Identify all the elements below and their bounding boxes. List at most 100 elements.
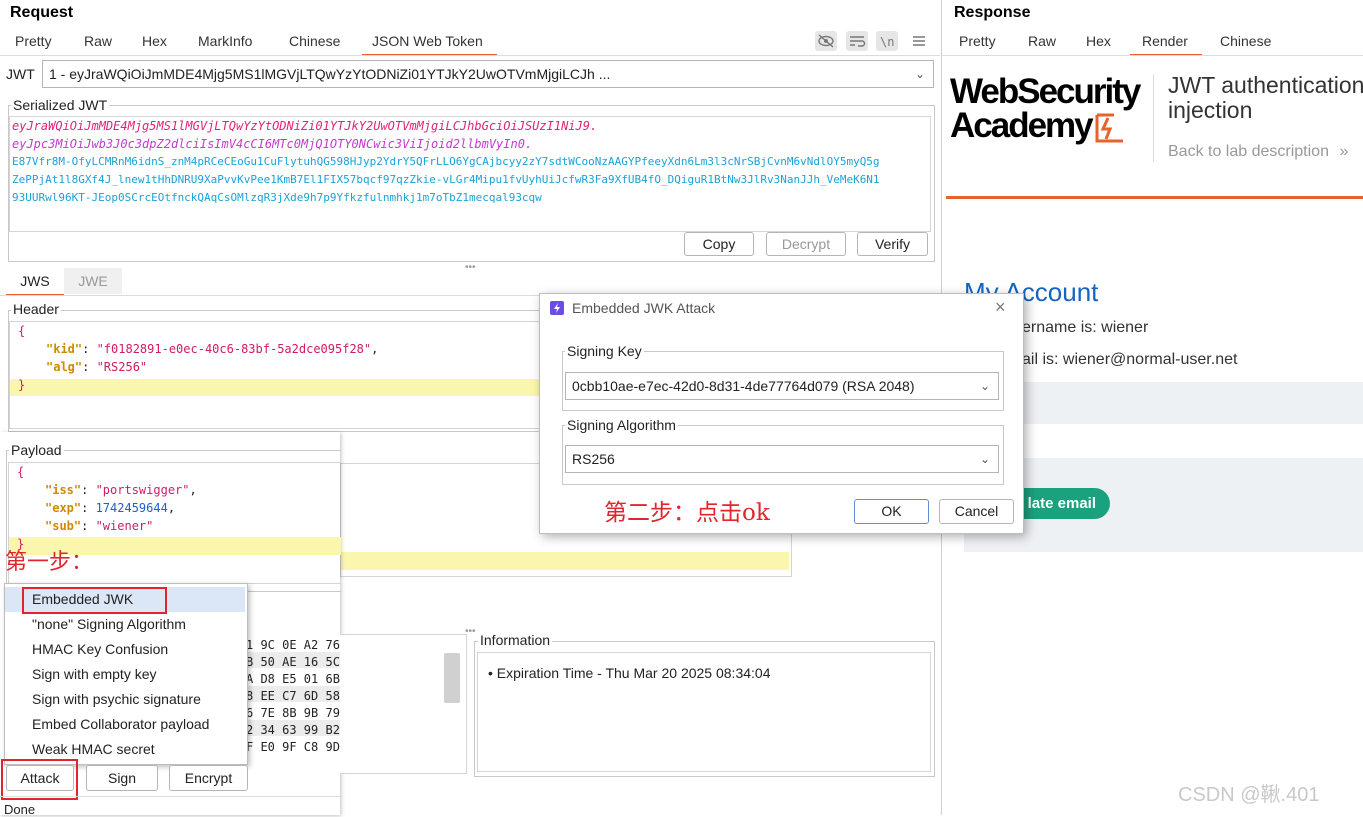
signing-key-select[interactable]: 0cbb10ae-e7ec-42d0-8d31-4de77764d079 (RS… (565, 372, 999, 400)
logo-academy: Academy (950, 106, 1094, 145)
splitter-handle-2[interactable]: ••• (465, 626, 476, 637)
encrypt-button[interactable]: Encrypt (169, 765, 248, 791)
sign-button[interactable]: Sign (86, 765, 158, 791)
jwt-label: JWT (6, 66, 35, 82)
menu-item-embed-collaborator[interactable]: Embed Collaborator payload (32, 716, 209, 732)
tab-raw[interactable]: Raw (1028, 33, 1056, 49)
header-open-brace: { (18, 324, 26, 338)
hex-row: B 50 AE 16 5C (246, 655, 340, 669)
header-kid-key: "kid" (46, 342, 83, 356)
tab-chinese[interactable]: Chinese (1220, 33, 1271, 49)
jwt-header-segment: eyJraWQiOiJmMDE4Mjg5MS1lMGVjLTQwYzYtODNi… (12, 119, 598, 133)
tab-chinese[interactable]: Chinese (289, 33, 340, 49)
annotation-step-2: 第二步：点击ok (604, 500, 770, 526)
copy-button[interactable]: Copy (684, 232, 754, 256)
ok-button[interactable]: OK (854, 499, 929, 524)
hex-row: F E0 9F C8 9D (246, 740, 340, 754)
hex-row: 2 34 63 99 B2 (246, 723, 340, 737)
embedded-jwk-dialog: Embedded JWK Attack × Signing Key 0cbb10… (539, 293, 1024, 534)
menu-item-psychic-signature[interactable]: Sign with psychic signature (32, 691, 201, 707)
orange-rule (946, 196, 1363, 199)
hex-row: 6 7E 8B 9B 79 (246, 706, 340, 720)
signing-algorithm-value: RS256 (572, 451, 615, 467)
splitter-handle[interactable]: ••• (465, 262, 476, 273)
payload-open-brace: { (17, 465, 25, 479)
back-to-lab-link[interactable]: Back to lab description » (1168, 143, 1348, 161)
signing-key-label: Signing Key (565, 343, 644, 359)
menu-item-weak-hmac-secret[interactable]: Weak HMAC secret (32, 741, 155, 757)
highlight-attack-button (1, 759, 78, 800)
request-title: Request (10, 4, 74, 21)
jwt-payload-segment: eyJpc3MiOiJwb3J0c3dpZ2dlciIsImV4cCI6MTc0… (12, 137, 533, 151)
payload-exp-value: 1742459644 (95, 501, 168, 515)
payload-iss-value: "portswigger" (95, 483, 190, 497)
tab-json-web-token[interactable]: JSON Web Token (362, 33, 497, 56)
hex-area (340, 634, 467, 774)
serialized-jwt-title: Serialized JWT (11, 97, 110, 113)
signing-algorithm-select[interactable]: RS256 ⌄ (565, 445, 999, 473)
newline-icon[interactable]: \n (876, 31, 898, 51)
jwt-select[interactable]: 1 - eyJraWQiOiJmMDE4Mjg5MS1lMGVjLTQwYzYt… (42, 60, 934, 88)
jwt-select-value: 1 - eyJraWQiOiJmMDE4Mjg5MS1lMGVjLTQwYzYt… (49, 66, 611, 82)
tab-render[interactable]: Render (1130, 33, 1202, 56)
tab-markinfo[interactable]: MarkInfo (198, 33, 252, 49)
payload-iss-key: "iss" (45, 483, 82, 497)
back-link-label: Back to lab description (1168, 143, 1329, 160)
chevron-down-icon: ⌄ (979, 379, 990, 393)
tab-jwe[interactable]: JWE (64, 268, 122, 294)
lab-title-line-1: JWT authentication (1168, 72, 1363, 98)
tab-hex[interactable]: Hex (142, 33, 167, 49)
dialog-title: Embedded JWK Attack (572, 300, 716, 316)
lab-title-line-2: injection (1168, 97, 1253, 123)
watermark: CSDN @鞦.401 (1178, 784, 1320, 806)
serialized-jwt-textarea[interactable]: eyJraWQiOiJmMDE4Mjg5MS1lMGVjLTQwYzYtODNi… (9, 116, 931, 232)
payload-exp-key: "exp" (45, 501, 82, 515)
jwt-signature-line-3: 93UURwl96KT-JEop0SCrcEOtfnckQAqCsOMlzqR3… (12, 191, 542, 204)
logo-websecurity: WebSecurity (950, 72, 1141, 111)
hex-row: A D8 E5 01 6B (246, 672, 340, 686)
header-title: Header (11, 301, 61, 317)
payload-sub-key: "sub" (45, 519, 82, 533)
menu-icon[interactable] (910, 31, 928, 51)
menu-item-sign-empty-key[interactable]: Sign with empty key (32, 666, 157, 682)
hex-table: 1 9C 0E A2 76 B 50 AE 16 5C A D8 E5 01 6… (244, 634, 340, 758)
tab-hex[interactable]: Hex (1086, 33, 1111, 49)
header-close-brace: } (18, 378, 26, 392)
menu-item-none-algorithm[interactable]: "none" Signing Algorithm (32, 616, 186, 632)
tab-raw[interactable]: Raw (84, 33, 112, 49)
academy-bolt-icon (1094, 112, 1126, 144)
header-alg-key: "alg" (46, 360, 83, 374)
chevron-down-icon: ⌄ (914, 67, 925, 81)
highlight-embedded-jwk (22, 587, 167, 614)
header-alg-value: "RS256" (96, 360, 148, 374)
username-text: ername is: wiener (1022, 319, 1149, 336)
signing-algorithm-label: Signing Algorithm (565, 417, 678, 433)
information-title: Information (478, 632, 553, 648)
tab-pretty[interactable]: Pretty (959, 33, 996, 49)
svg-text:\n: \n (880, 35, 894, 49)
information-expiration: Expiration Time - Thu Mar 20 2025 08:34:… (496, 665, 771, 681)
close-icon[interactable]: × (995, 297, 1006, 318)
header-kid-value: "f0182891-e0ec-40c6-83bf-5a2dce095f28" (96, 342, 372, 356)
email-text: ail is: wiener@normal-user.net (1022, 351, 1238, 368)
cancel-button[interactable]: Cancel (939, 499, 1014, 524)
menu-item-hmac-key-confusion[interactable]: HMAC Key Confusion (32, 641, 168, 657)
verify-button[interactable]: Verify (857, 232, 928, 256)
jwt-signature-line-1: E87Vfr8M-OfyLCMRnM6idnS_znM4pRCeCEoGu1Cu… (12, 155, 880, 168)
payload-title: Payload (9, 442, 64, 458)
burp-extension-icon (550, 301, 564, 315)
information-box: • Expiration Time - Thu Mar 20 2025 08:3… (477, 652, 931, 772)
decrypt-button[interactable]: Decrypt (766, 232, 846, 256)
wrap-lines-icon[interactable] (846, 31, 868, 51)
hex-scrollbar[interactable] (444, 653, 460, 703)
annotation-step-1: 第一步： (5, 550, 94, 575)
tab-jws[interactable]: JWS (6, 268, 64, 296)
hide-eye-icon[interactable] (815, 31, 837, 51)
tab-pretty[interactable]: Pretty (15, 33, 52, 49)
response-title: Response (954, 4, 1031, 21)
chevron-down-icon: ⌄ (979, 452, 990, 466)
hex-row: 8 EE C7 6D 58 (246, 689, 340, 703)
chevron-right-icon: » (1339, 143, 1349, 160)
jwt-signature-line-2: ZePPjAt1l8GXf4J_lnew1tHhDNRU9XaPvvKvPee1… (12, 173, 880, 186)
hex-row: 1 9C 0E A2 76 (246, 638, 340, 652)
